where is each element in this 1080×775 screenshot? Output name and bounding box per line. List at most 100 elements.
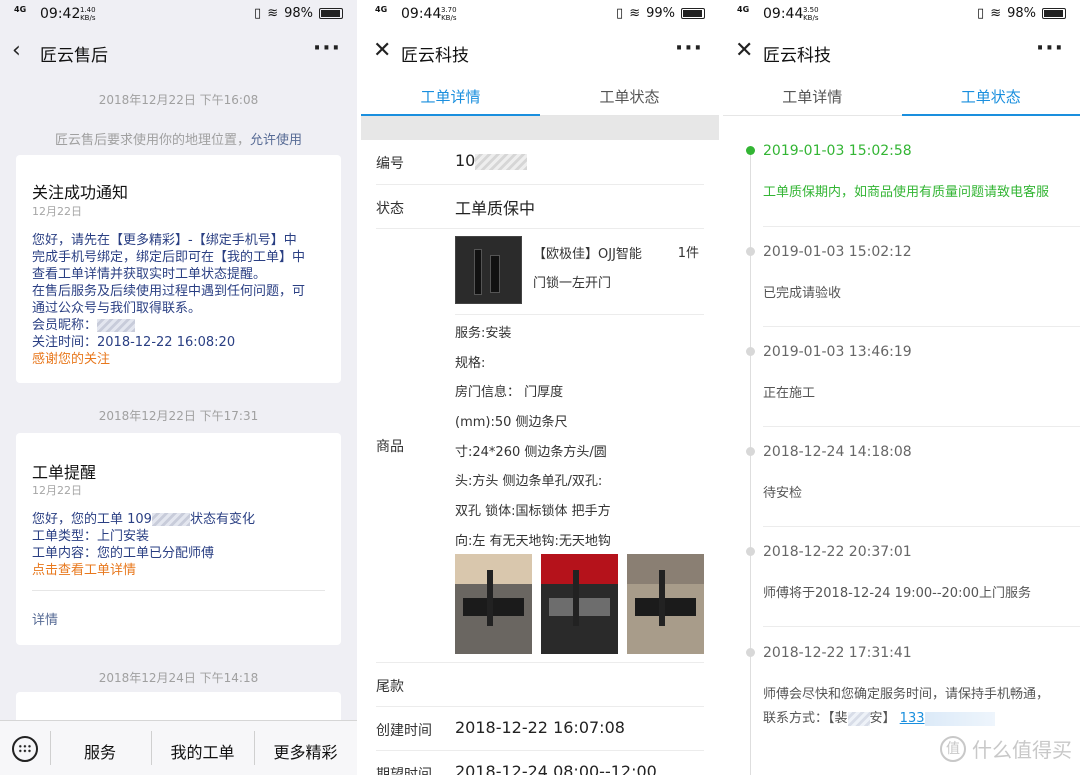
contact-line: 联系方式：【裴 安】 133	[763, 707, 995, 726]
signal-indicator: 4G	[375, 5, 388, 14]
spec-line: 向:左 有无天地钩:无天地钩	[455, 534, 611, 549]
timeline-text: 师傅会尽快和您确定服务时间，请保持手机畅通，	[763, 687, 1050, 702]
battery-icon	[319, 8, 343, 19]
timeline-text: 已完成请验收	[763, 286, 842, 301]
nav-bar: ✕ 匠云科技 ···	[723, 30, 1080, 74]
spec-line: 双孔 锁体:国标锁体 把手方	[455, 504, 611, 519]
product-image[interactable]	[455, 236, 522, 304]
spec-line: 房门信息： 门厚度	[455, 385, 564, 400]
install-photo[interactable]	[455, 554, 532, 654]
thanks-text: 感谢您的关注	[32, 352, 111, 367]
field-label: 尾款	[376, 679, 404, 695]
product-name: 门锁一左开门	[533, 276, 612, 291]
timeline-line	[750, 152, 751, 775]
timeline-dot	[746, 146, 755, 155]
message-timestamp: 2018年12月24日 下午14:18	[98, 671, 259, 685]
timeline-text: 正在施工	[763, 386, 816, 401]
watermark: 值 什么值得买	[940, 734, 1072, 763]
detail-link[interactable]: 详情	[32, 609, 58, 628]
chevron-left-icon[interactable]: ‹	[12, 40, 32, 62]
redacted-block	[151, 513, 190, 526]
menu-my-orders[interactable]: 我的工单	[151, 739, 254, 763]
redacted-block	[847, 711, 870, 726]
network-speed: 1.40 KB/s	[80, 6, 96, 22]
timeline-time: 2018-12-22 20:37:01	[763, 544, 912, 560]
battery-percent: 98%	[1007, 6, 1036, 21]
redacted-block	[924, 711, 995, 726]
timeline-dot	[746, 648, 755, 657]
product-quantity: 1件	[677, 246, 699, 261]
wifi-icon: ≋	[629, 6, 641, 21]
card-date: 12月22日	[32, 205, 82, 218]
divider	[32, 590, 325, 591]
timeline-time: 2018-12-24 14:18:08	[763, 444, 912, 460]
tab-order-status[interactable]: 工单状态	[540, 86, 719, 107]
divider	[455, 314, 704, 315]
timeline-time: 2019-01-03 15:02:58	[763, 143, 912, 159]
expected-time: 2018-12-24 08:00--12:00	[455, 762, 657, 775]
install-photo[interactable]	[627, 554, 704, 654]
more-icon[interactable]: ···	[1036, 36, 1064, 61]
menu-more[interactable]: 更多精彩	[254, 739, 357, 763]
page-title: 匠云科技	[763, 46, 831, 66]
work-order-card[interactable]: 工单提醒 12月22日 您好，您的工单 109 状态有变化 工单类型：上门安装 工…	[16, 433, 341, 645]
tab-bar: 工单详情 工单状态	[361, 74, 719, 116]
wechat-chat-panel: 4G 09:42 1.40 KB/s ▯ ≋ 98% ‹ 匠云售后 ··· 201…	[0, 0, 357, 775]
status-right: ▯ ≋ 98%	[977, 6, 1066, 21]
order-status-panel: 4G 09:44 3.50 KB/s ▯ ≋ 98% ✕ 匠云科技 ··· 工单详…	[723, 0, 1080, 775]
section-separator	[361, 116, 719, 140]
spec-line: 规格:	[455, 356, 486, 371]
keyboard-icon[interactable]	[12, 736, 38, 762]
battery-percent: 99%	[646, 6, 675, 21]
status-time: 09:44	[763, 6, 804, 22]
more-icon[interactable]: ···	[313, 36, 341, 61]
view-order-link[interactable]: 点击查看工单详情	[32, 559, 136, 578]
wifi-icon: ≋	[267, 6, 279, 21]
timeline-dot	[746, 447, 755, 456]
divider	[763, 226, 1080, 227]
battery-percent: 98%	[284, 6, 313, 21]
close-icon[interactable]: ✕	[373, 40, 393, 62]
timeline-time: 2018-12-22 17:31:41	[763, 645, 912, 661]
menu-service[interactable]: 服务	[50, 739, 150, 763]
divider	[763, 426, 1080, 427]
signal-indicator: 4G	[737, 5, 750, 14]
status-bar: 4G 09:42 1.40 KB/s ▯ ≋ 98%	[0, 0, 357, 30]
created-time: 2018-12-22 16:07:08	[455, 718, 625, 737]
page-title: 匠云科技	[401, 46, 469, 66]
install-photo[interactable]	[541, 554, 618, 654]
message-timestamp: 2018年12月22日 下午17:31	[98, 409, 259, 423]
divider	[763, 526, 1080, 527]
card-title: 工单提醒	[32, 463, 97, 482]
status-right: ▯ ≋ 98%	[254, 6, 343, 21]
status-time: 09:42	[40, 6, 81, 22]
card-date: 12月22日	[32, 484, 82, 497]
divider	[376, 750, 704, 751]
card-title: 关注成功通知	[32, 183, 129, 202]
tab-order-detail[interactable]: 工单详情	[361, 86, 540, 107]
divider	[763, 626, 1080, 627]
phone-link[interactable]: 133	[900, 711, 925, 726]
vibrate-icon: ▯	[977, 6, 985, 21]
order-detail-panel: 4G 09:44 3.70 KB/s ▯ ≋ 99% ✕ 匠云科技 ··· 工单详…	[361, 0, 719, 775]
timeline-text: 待安检	[763, 486, 803, 501]
close-icon[interactable]: ✕	[735, 40, 755, 62]
timeline-time: 2019-01-03 13:46:19	[763, 344, 912, 360]
field-label: 创建时间	[376, 723, 432, 739]
follow-success-card[interactable]: 关注成功通知 12月22日 您好，请先在【更多精彩】-【绑定手机号】中 完成手机…	[16, 155, 341, 383]
bottom-menu-bar: 服务 我的工单 更多精彩	[0, 720, 357, 775]
divider	[763, 326, 1080, 327]
redacted-block	[475, 153, 528, 170]
status-right: ▯ ≋ 99%	[616, 6, 705, 21]
timeline-text: 工单质保期内，如商品使用有质量问题请致电客服	[763, 185, 1050, 200]
status-bar: 4G 09:44 3.70 KB/s ▯ ≋ 99%	[361, 0, 719, 30]
page-title: 匠云售后	[40, 46, 108, 66]
network-speed: 3.70 KB/s	[441, 6, 457, 22]
divider	[376, 184, 704, 185]
allow-location-link[interactable]: 允许使用	[250, 133, 302, 148]
tab-order-status[interactable]: 工单状态	[902, 86, 1080, 107]
battery-icon	[681, 8, 705, 19]
tab-order-detail[interactable]: 工单详情	[723, 86, 902, 107]
spec-line: 头:方头 侧边条单孔/双孔:	[455, 474, 603, 489]
more-icon[interactable]: ···	[675, 36, 703, 61]
